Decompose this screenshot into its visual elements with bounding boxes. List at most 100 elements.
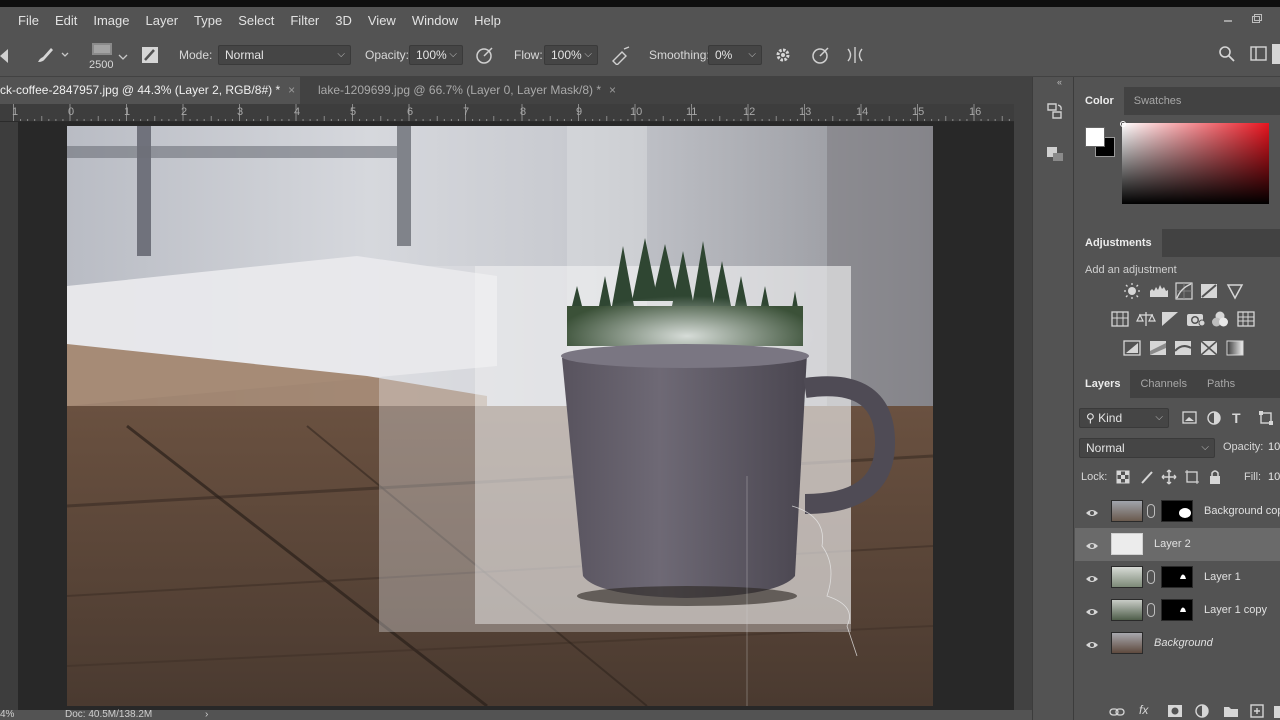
tab-coffee-document[interactable]: ck-coffee-2847957.jpg @ 44.3% (Layer 2, … <box>0 77 300 104</box>
color-picker-field[interactable] <box>1122 123 1269 204</box>
photo-filter-icon[interactable] <box>1186 310 1206 333</box>
visibility-eye-icon[interactable] <box>1085 538 1099 549</box>
tab-lake-document[interactable]: lake-1209699.jpg @ 66.7% (Layer 0, Layer… <box>308 77 626 104</box>
filter-pixel-icon[interactable] <box>1182 410 1198 431</box>
layer-row-background[interactable]: Background <box>1075 627 1280 660</box>
minimize-icon[interactable] <box>1222 13 1236 25</box>
horizontal-ruler[interactable]: 1 0 1 2 3 4 5 6 7 8 9 10 11 12 13 14 15 … <box>0 104 1014 122</box>
properties-panel-icon[interactable] <box>1045 143 1065 168</box>
layer-name[interactable]: Background <box>1154 627 1213 660</box>
layer-row-background-copy[interactable]: Background cop <box>1075 495 1280 528</box>
visibility-eye-icon[interactable] <box>1085 505 1099 516</box>
black-white-icon[interactable] <box>1161 310 1179 333</box>
document-canvas[interactable] <box>67 126 933 706</box>
canvas-workspace[interactable] <box>18 122 1014 710</box>
history-panel-icon[interactable] <box>1045 101 1065 126</box>
channel-mixer-icon[interactable] <box>1211 310 1229 333</box>
gradient-map-icon[interactable] <box>1226 339 1244 362</box>
blend-mode-select[interactable]: Normal ⌵ <box>1079 438 1215 458</box>
new-group-icon[interactable] <box>1223 704 1239 720</box>
lock-transparency-icon[interactable] <box>1116 470 1130 489</box>
tab-color[interactable]: Color <box>1075 87 1124 115</box>
layer-name[interactable]: Layer 2 <box>1154 528 1191 561</box>
vertical-ruler[interactable] <box>0 122 18 710</box>
brush-settings-icon[interactable] <box>140 45 160 70</box>
lock-artboard-icon[interactable] <box>1184 469 1200 490</box>
menu-help[interactable]: Help <box>466 7 509 35</box>
menu-view[interactable]: View <box>360 7 404 35</box>
menu-window[interactable]: Window <box>404 7 466 35</box>
hue-saturation-icon[interactable] <box>1111 310 1129 333</box>
color-lookup-icon[interactable] <box>1237 310 1255 333</box>
layer-style-fx-icon[interactable]: fx <box>1139 703 1148 717</box>
layer-mask-thumbnail[interactable] <box>1161 599 1193 621</box>
share-icon[interactable] <box>1272 44 1280 64</box>
layer-row-layer-1-copy[interactable]: Layer 1 copy <box>1075 594 1280 627</box>
link-chain-icon[interactable] <box>1147 570 1155 584</box>
delete-layer-icon[interactable] <box>1274 704 1280 720</box>
visibility-eye-icon[interactable] <box>1085 571 1099 582</box>
brush-preset-icon[interactable] <box>88 39 116 59</box>
status-menu-arrow[interactable]: › <box>205 710 208 720</box>
brightness-contrast-icon[interactable] <box>1123 282 1141 305</box>
smoothing-input[interactable]: 0% ⌵ <box>708 45 762 65</box>
menu-filter[interactable]: Filter <box>282 7 327 35</box>
menu-edit[interactable]: Edit <box>47 7 85 35</box>
color-picker-cursor[interactable] <box>1120 121 1126 127</box>
color-balance-icon[interactable] <box>1136 310 1156 333</box>
lock-all-icon[interactable] <box>1208 469 1222 490</box>
layer-opacity-value[interactable]: 10 <box>1268 441 1280 453</box>
fill-value[interactable]: 10 <box>1268 471 1280 483</box>
filter-shape-icon[interactable] <box>1258 410 1274 431</box>
exposure-icon[interactable] <box>1200 282 1218 305</box>
threshold-icon[interactable] <box>1174 339 1192 362</box>
brush-preset-chevron-icon[interactable] <box>118 49 128 67</box>
lock-position-icon[interactable] <box>1161 469 1177 490</box>
vertical-scrollbar[interactable] <box>1014 104 1032 710</box>
tab-adjustments[interactable]: Adjustments <box>1075 229 1162 257</box>
visibility-eye-icon[interactable] <box>1085 604 1099 615</box>
layer-mask-thumbnail[interactable] <box>1161 566 1193 588</box>
airbrush-icon[interactable] <box>610 45 632 70</box>
pressure-size-icon[interactable] <box>811 45 831 70</box>
gear-icon[interactable] <box>774 46 792 69</box>
tab-paths[interactable]: Paths <box>1197 370 1245 398</box>
menu-image[interactable]: Image <box>85 7 137 35</box>
menu-type[interactable]: Type <box>186 7 230 35</box>
lock-pixels-icon[interactable] <box>1140 470 1154 489</box>
workspace-icon[interactable] <box>1250 46 1268 67</box>
close-icon[interactable]: × <box>609 83 616 97</box>
layer-filter-kind-select[interactable]: ⚲ Kind ⌵ <box>1079 408 1169 428</box>
posterize-icon[interactable] <box>1149 339 1167 362</box>
menu-layer[interactable]: Layer <box>138 7 187 35</box>
layer-mask-thumbnail[interactable] <box>1161 500 1193 522</box>
menu-select[interactable]: Select <box>230 7 282 35</box>
levels-icon[interactable] <box>1149 282 1169 305</box>
restore-icon[interactable] <box>1251 13 1265 25</box>
mode-select[interactable]: Normal ⌵ <box>218 45 351 65</box>
zoom-level[interactable]: 4% <box>0 710 14 720</box>
close-icon[interactable]: × <box>288 83 295 97</box>
invert-icon[interactable] <box>1123 339 1141 362</box>
filter-type-icon[interactable]: T <box>1232 410 1241 426</box>
filter-adjustment-icon[interactable] <box>1206 410 1222 431</box>
flow-input[interactable]: 100% ⌵ <box>544 45 598 65</box>
menu-file[interactable]: File <box>0 7 47 35</box>
layer-row-layer-1[interactable]: Layer 1 <box>1075 561 1280 594</box>
layer-name[interactable]: Layer 1 copy <box>1204 594 1267 627</box>
layer-name[interactable]: Layer 1 <box>1204 561 1241 594</box>
home-icon[interactable] <box>0 47 10 70</box>
brush-tool-icon[interactable] <box>34 45 70 70</box>
link-chain-icon[interactable] <box>1147 603 1155 617</box>
tab-channels[interactable]: Channels <box>1130 370 1196 398</box>
tab-layers[interactable]: Layers <box>1075 370 1131 398</box>
foreground-color-swatch[interactable] <box>1085 127 1105 147</box>
search-icon[interactable] <box>1218 45 1236 68</box>
layer-name[interactable]: Background cop <box>1204 495 1280 528</box>
symmetry-icon[interactable] <box>845 45 865 70</box>
curves-icon[interactable] <box>1175 282 1193 305</box>
new-layer-icon[interactable] <box>1250 704 1264 720</box>
pressure-opacity-icon[interactable] <box>475 45 495 70</box>
new-adjustment-layer-icon[interactable] <box>1195 704 1209 720</box>
tab-swatches[interactable]: Swatches <box>1124 87 1192 115</box>
